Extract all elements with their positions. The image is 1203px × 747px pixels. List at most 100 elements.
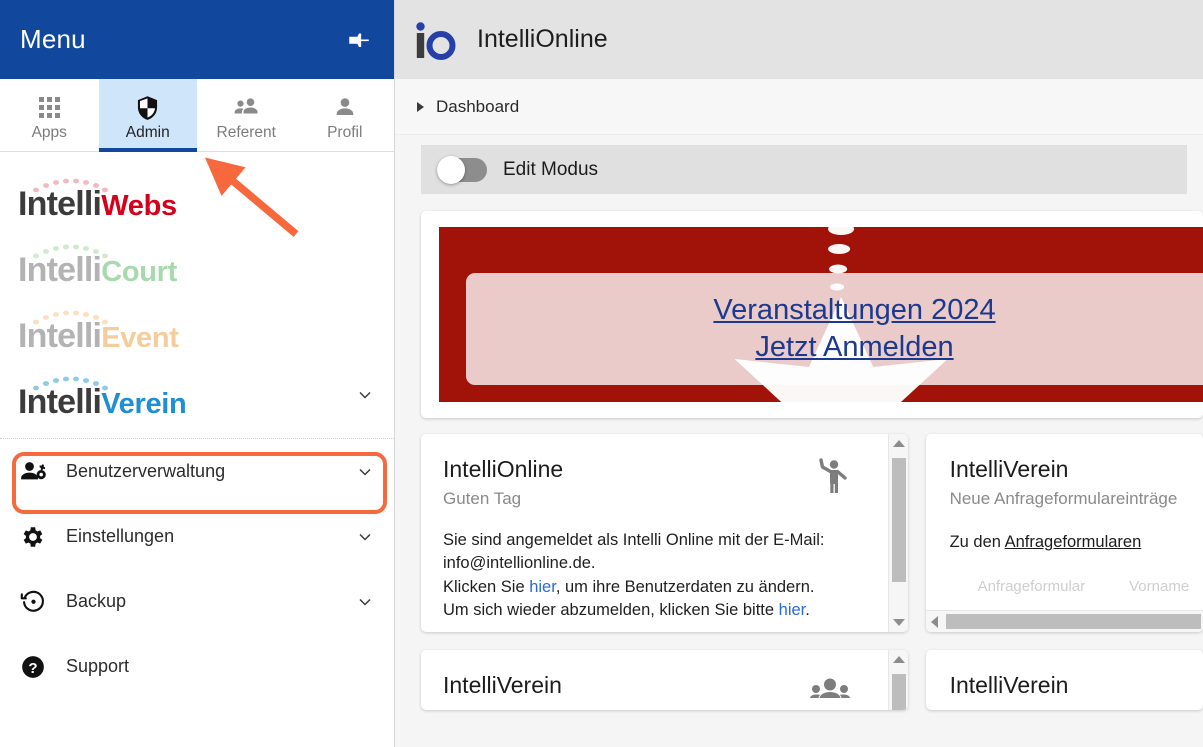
card-intelliverein-3: IntelliVerein [925, 650, 1203, 710]
tab-referent[interactable]: Referent [197, 79, 296, 151]
edit-mode-bar: Edit Modus [421, 145, 1187, 194]
svg-text:?: ? [28, 659, 37, 676]
restore-icon [20, 588, 50, 615]
waving-person-icon [814, 458, 848, 499]
product-intellievent[interactable]: IntelliEvent [0, 296, 394, 362]
breadcrumb-dashboard[interactable]: Dashboard [436, 97, 519, 117]
scrollbar-thumb[interactable] [891, 674, 906, 710]
tab-admin-label: Admin [125, 123, 170, 141]
main-content: IntelliOnline Dashboard Edit Modus Veran… [395, 0, 1203, 747]
line3-pre: Klicken Sie [443, 577, 530, 596]
promo-banner: Veranstaltungen 2024 Jetzt Anmelden [439, 227, 1203, 402]
card-intellionline: IntelliOnline Guten Tag Sie sind angemel… [421, 434, 908, 632]
pin-icon[interactable] [342, 23, 376, 57]
scroll-up-arrow-icon[interactable] [892, 656, 905, 663]
scrollbar-thumb[interactable] [945, 614, 1201, 629]
tab-apps-label: Apps [31, 123, 67, 141]
link-anfrageformularen[interactable]: Anfrageformularen [1005, 533, 1142, 551]
product-intellicourt[interactable]: IntelliCourt [0, 230, 394, 296]
intelliverein-logo: IntelliVerein [18, 371, 187, 419]
dotted-arc-icon [33, 178, 108, 193]
card-vertical-scrollbar[interactable] [887, 650, 908, 710]
product-intelliverein[interactable]: IntelliVerein [0, 362, 394, 428]
table-header-vorname: Vorname [1129, 578, 1190, 595]
menu-title: Menu [20, 24, 86, 54]
sidebar-tabs: Apps Admin Referent Profil [0, 79, 394, 152]
promo-link-veranstaltungen[interactable]: Veranstaltungen 2024 [713, 294, 995, 327]
card-body-line2: info@intellionline.de. [443, 554, 596, 573]
promo-link-anmelden[interactable]: Jetzt Anmelden [755, 331, 953, 364]
product-logo-list: IntelliWebs IntelliCourt IntelliEvent In… [0, 152, 394, 432]
tab-profil-label: Profil [327, 123, 363, 141]
chevron-down-icon[interactable] [354, 462, 376, 482]
card-table-header: Anfrageformular Vorname [950, 578, 1203, 595]
user-settings-icon [20, 460, 50, 484]
card-body-line3: Klicken Sie hier, um ihre Benutzerdaten … [443, 576, 882, 599]
dotted-arc-icon [33, 310, 108, 325]
card-body: Sie sind angemeldet als Intelli Online m… [443, 529, 882, 623]
sidebar-item-label: Backup [66, 591, 127, 611]
promo-banner-card: Veranstaltungen 2024 Jetzt Anmelden [421, 211, 1203, 418]
sidebar-item-label: Benutzerverwaltung [66, 461, 226, 481]
menu-header: Menu [0, 0, 394, 79]
product-intelliwebs[interactable]: IntelliWebs [0, 164, 394, 230]
dotted-arc-icon [33, 244, 108, 259]
scroll-up-arrow-icon[interactable] [892, 440, 905, 447]
card-vertical-scrollbar[interactable] [887, 434, 908, 632]
edit-modus-toggle[interactable] [437, 155, 487, 184]
card-subtitle: Guten Tag [443, 489, 522, 508]
app-header: IntelliOnline [395, 0, 1203, 79]
tab-profil[interactable]: Profil [296, 79, 395, 151]
card-title: IntelliOnline [443, 456, 564, 482]
intellicourt-logo: IntelliCourt [18, 239, 177, 287]
chevron-down-icon[interactable] [354, 592, 376, 612]
toggle-knob [437, 155, 465, 184]
sidebar-item-label: Support [66, 656, 130, 676]
scroll-left-arrow-icon[interactable] [930, 616, 938, 628]
card-subtitle: Neue Anfrageformulareinträge [949, 489, 1178, 508]
table-header-anfrageformular: Anfrageformular [977, 578, 1086, 595]
triangle-right-icon[interactable] [417, 101, 424, 112]
sidebar-item-benutzerverwaltung[interactable]: Benutzerverwaltung [0, 439, 394, 504]
tab-apps[interactable]: Apps [0, 79, 99, 151]
people-group-icon [809, 678, 850, 703]
scrollbar-thumb[interactable] [891, 458, 906, 582]
card-title: IntelliVerein [949, 672, 1069, 698]
sidebar-item-label: Einstellungen [66, 526, 175, 546]
io-logo-icon [411, 18, 459, 62]
sidebar: Menu Apps Admin Referent Profil IntelliW… [0, 0, 395, 747]
tab-referent-label: Referent [216, 123, 276, 141]
intellievent-logo: IntelliEvent [18, 305, 179, 353]
sidebar-item-support[interactable]: ? Support [0, 634, 394, 699]
link-prefix: Zu den [949, 533, 1005, 551]
card-horizontal-scrollbar[interactable] [925, 610, 1203, 632]
tab-admin[interactable]: Admin [98, 79, 197, 152]
gear-icon [20, 524, 50, 550]
app-root: Menu Apps Admin Referent Profil IntelliW… [0, 0, 1203, 747]
card-body-line4: Um sich wieder abzumelden, klicken Sie b… [443, 599, 882, 622]
dashboard-card-row-1: IntelliOnline Guten Tag Sie sind angemel… [421, 434, 1203, 632]
card-link-row: Zu den Anfrageformularen [950, 533, 1203, 552]
sidebar-item-einstellungen[interactable]: Einstellungen [0, 504, 394, 569]
people-icon [231, 94, 261, 122]
promo-banner-inner: Veranstaltungen 2024 Jetzt Anmelden [466, 273, 1203, 385]
link-hier-1[interactable]: hier [529, 578, 556, 596]
link-hier-2[interactable]: hier [779, 601, 806, 619]
card-intelliverein-2: IntelliVerein [421, 650, 908, 710]
dotted-arc-icon [33, 376, 108, 391]
shield-icon [134, 94, 161, 122]
chevron-down-icon[interactable] [354, 385, 376, 405]
dashboard-card-row-2: IntelliVerein IntelliVerein [421, 650, 1203, 710]
edit-modus-label: Edit Modus [503, 158, 599, 180]
scroll-down-arrow-icon[interactable] [892, 619, 905, 626]
intelliwebs-logo: IntelliWebs [18, 173, 177, 221]
apps-grid-icon [38, 94, 60, 122]
card-title: IntelliVerein [949, 456, 1069, 482]
sidebar-item-backup[interactable]: Backup [0, 569, 394, 634]
chevron-down-icon[interactable] [354, 527, 376, 547]
person-icon [333, 94, 357, 122]
card-body-line1: Sie sind angemeldet als Intelli Online m… [443, 531, 825, 549]
line3-post: , um ihre Benutzerdaten zu ändern. [555, 577, 815, 596]
breadcrumb: Dashboard [395, 79, 1203, 135]
card-intelliverein-anfrage: IntelliVerein Neue Anfrageformulareinträ… [925, 434, 1203, 632]
